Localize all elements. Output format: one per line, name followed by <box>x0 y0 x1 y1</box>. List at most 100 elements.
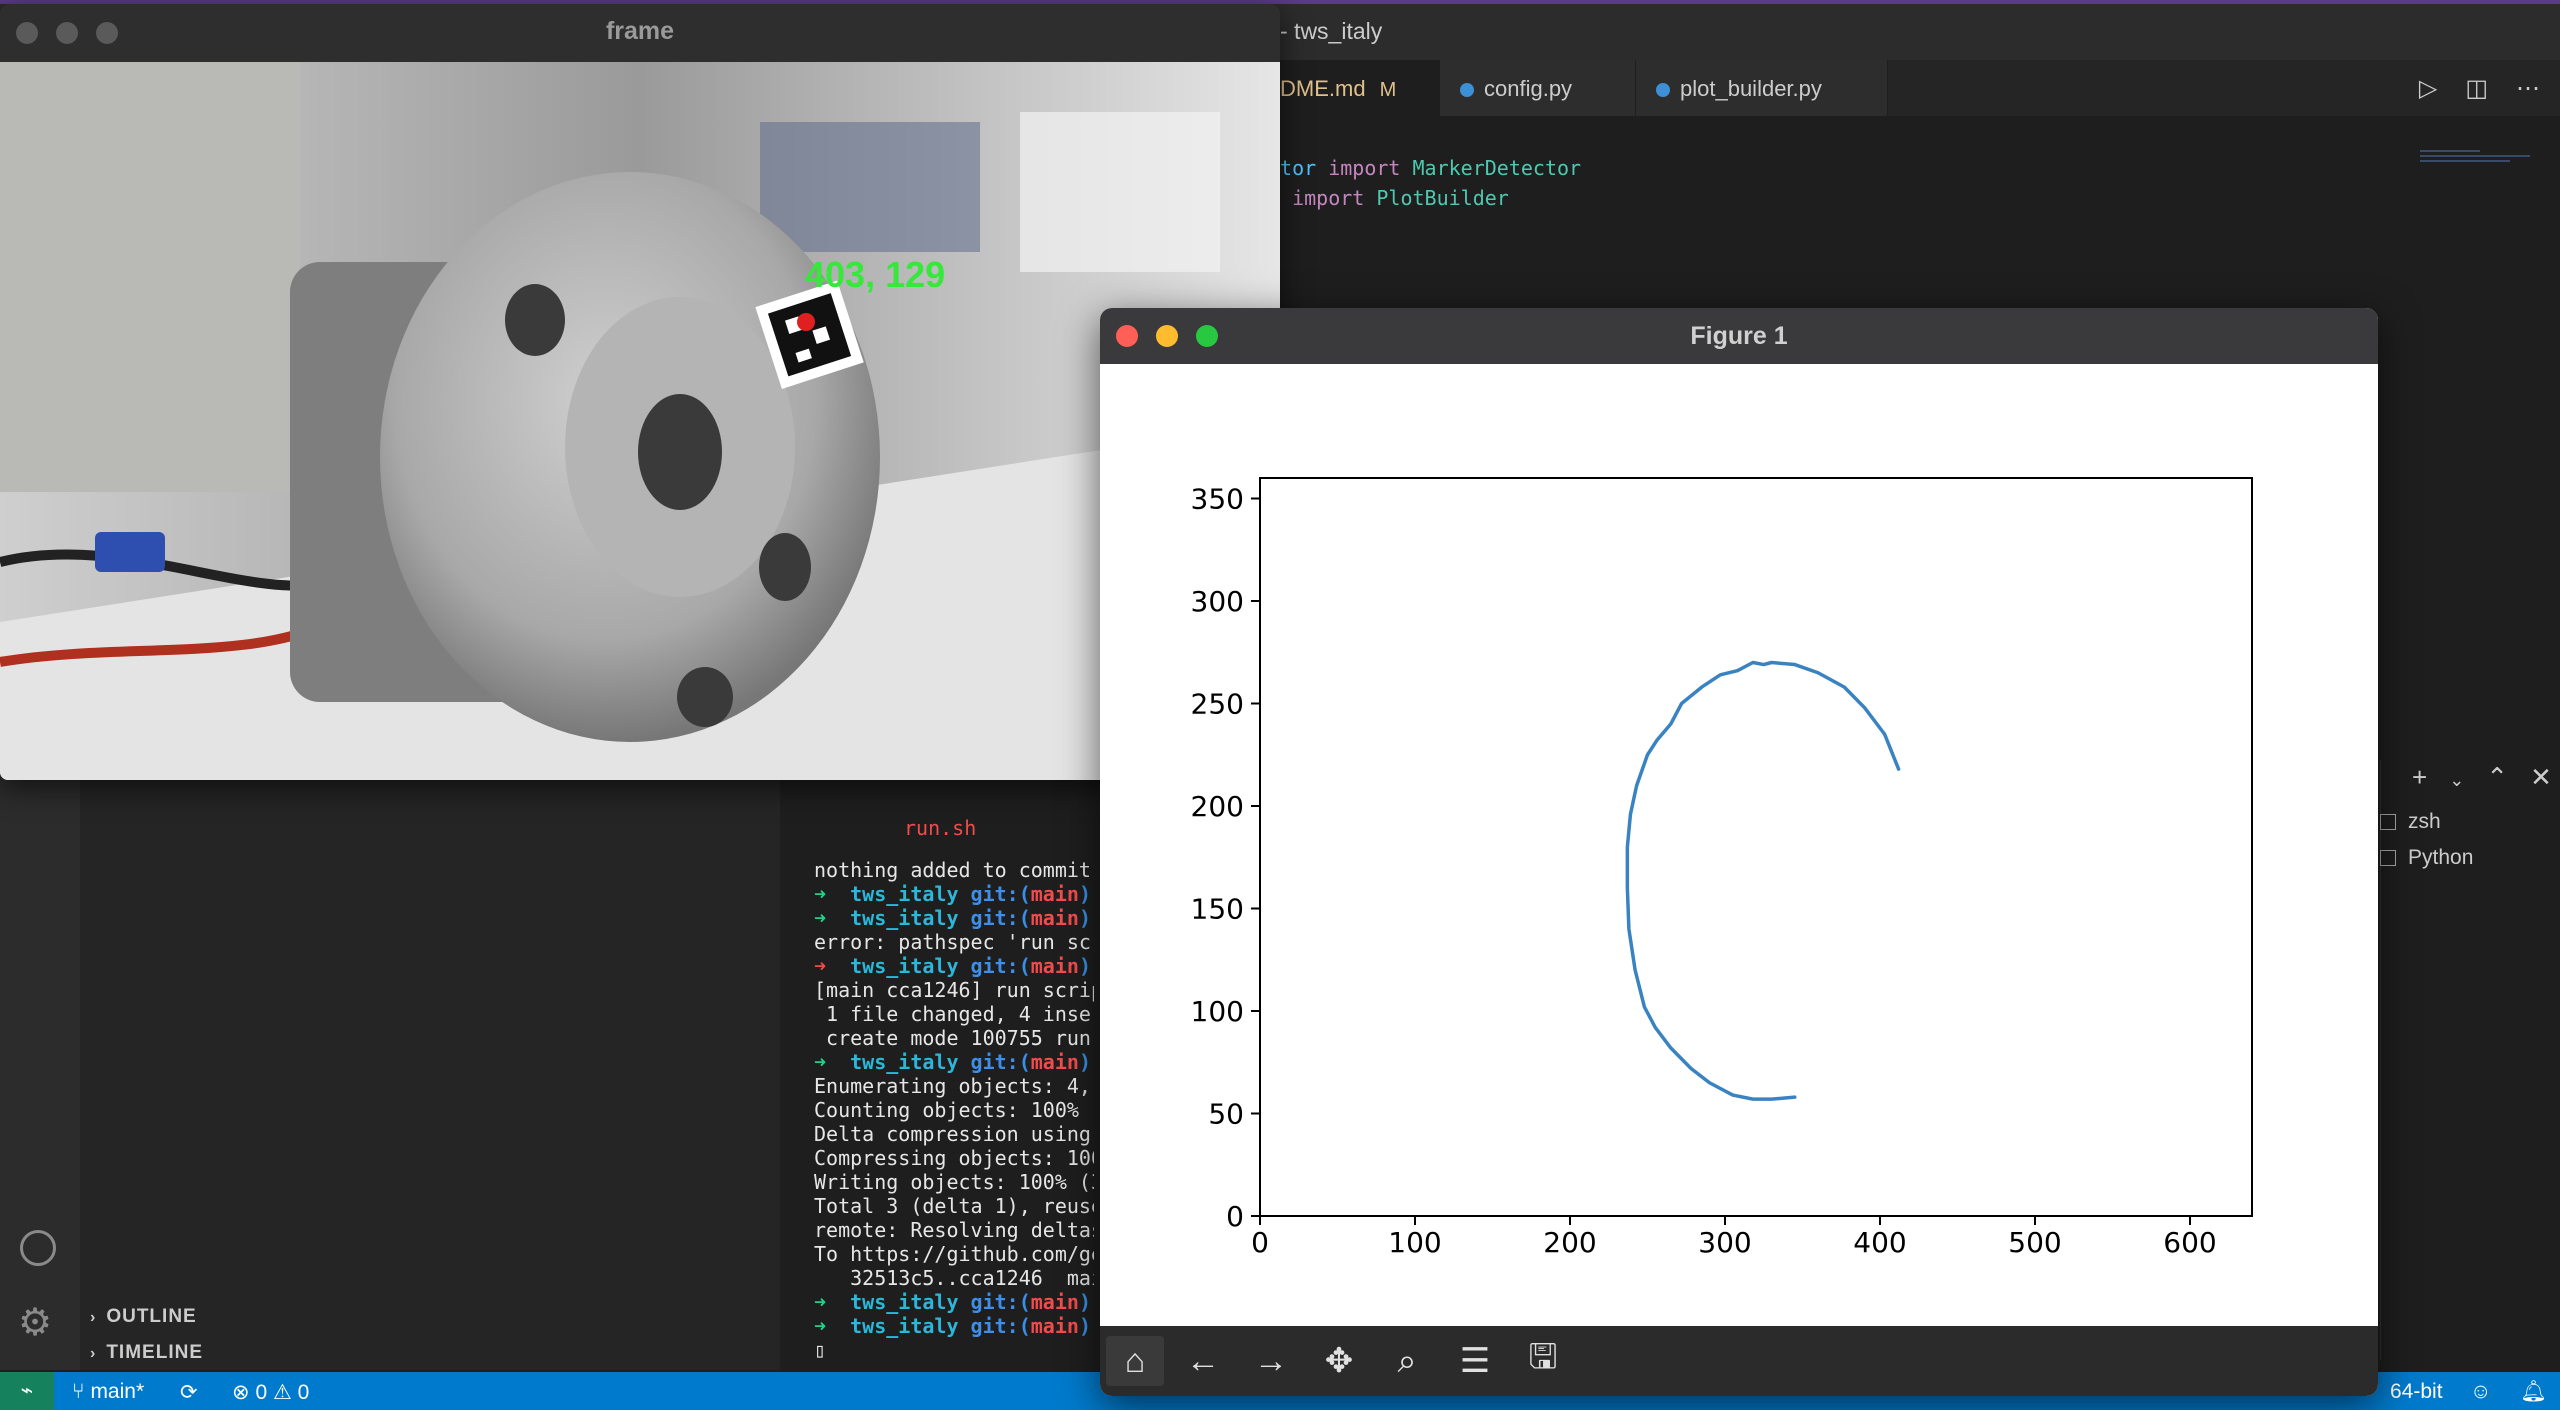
source-branch-icon: ⑂ <box>72 1380 91 1403</box>
x-tick-label: 0 <box>1251 1226 1269 1259</box>
activity-bar: ⚙ <box>0 760 80 1370</box>
more-actions-icon[interactable]: ⋯ <box>2516 75 2540 102</box>
terminal-line: Counting objects: 100% ( <box>814 1098 1094 1122</box>
light-blur <box>1020 112 1220 272</box>
terminal-line: Total 3 (delta 1), reuse <box>814 1194 1094 1218</box>
explorer-sidebar <box>80 760 780 1370</box>
bolt-hole <box>759 533 811 601</box>
chevron-right-icon: › <box>90 1345 97 1362</box>
interpreter-status[interactable]: 64-bit <box>2390 1380 2443 1404</box>
y-tick-label: 100 <box>1191 995 1244 1028</box>
feedback-icon[interactable]: ☺ <box>2470 1380 2491 1404</box>
x-tick-label: 600 <box>2163 1226 2216 1259</box>
terminal-line: error: pathspec 'run scr <box>814 930 1094 954</box>
terminal-line: create mode 100755 run. <box>814 1026 1094 1050</box>
terminal-line: ➜ tws_italy git:(main) <box>814 1050 1091 1074</box>
chevron-down-icon[interactable]: ⌄ <box>2449 770 2464 790</box>
frame-titlebar[interactable]: frame <box>0 4 1280 62</box>
terminal-line: ➜ tws_italy git:(main) <box>814 1290 1091 1314</box>
prompt-arrow-icon: ➜ <box>814 1314 851 1338</box>
prompt-arrow-icon: ➜ <box>814 882 851 906</box>
outline-section[interactable]: › OUTLINE <box>90 1306 197 1328</box>
figure-window: Figure 1 0 100 200 300 400 500 600 0 50 100 150 200… <box>1100 308 2378 1396</box>
terminal-line: Compressing objects: 100 <box>814 1146 1094 1170</box>
code-line-2: r import PlotBuilder <box>1268 186 1509 210</box>
new-terminal-icon[interactable]: + <box>2412 762 2427 792</box>
terminal-line: To https://github.com/ge <box>814 1242 1094 1266</box>
terminal-line: 32513c5..cca1246 mai <box>814 1266 1094 1290</box>
terminal-output[interactable]: run.sh nothing added to commit ➜ tws_italy… <box>814 816 1094 1370</box>
bolt-hole <box>505 284 565 356</box>
error-icon: ⊗ <box>232 1381 256 1404</box>
back-icon[interactable]: ← <box>1174 1336 1232 1386</box>
tab-plot-builder[interactable]: plot_builder.py <box>1636 60 1888 116</box>
terminal-icon <box>2380 814 2396 831</box>
plot-area <box>1259 477 2253 1217</box>
navigation-toolbar: ⌂ ← → ✥ ⌕ ☰ 🖫︎ <box>1100 1326 2378 1396</box>
minimap[interactable] <box>2420 150 2540 180</box>
x-tick-label: 400 <box>1853 1226 1906 1259</box>
warning-icon: ⚠ <box>267 1381 298 1404</box>
home-icon[interactable]: ⌂ <box>1106 1336 1164 1386</box>
maximize-panel-icon[interactable]: ⌃ <box>2486 762 2508 792</box>
terminal-line: ➜ tws_italy git:(main) <box>814 882 1091 906</box>
figure-titlebar[interactable]: Figure 1 <box>1100 308 2378 364</box>
camera-frame-image <box>0 62 1280 780</box>
marker-coordinate-label: 403, 129 <box>805 254 946 295</box>
editor-actions: ▷ ◫ ⋯ <box>2391 74 2540 103</box>
y-tick-label: 150 <box>1191 893 1244 926</box>
y-tick-label: 50 <box>1208 1098 1244 1131</box>
close-panel-icon[interactable]: ✕ <box>2530 762 2552 792</box>
notifications-bell-icon[interactable]: 🔔︎ <box>2520 1380 2547 1404</box>
modified-badge: M <box>1379 79 1397 101</box>
terminal-line: Delta compression using <box>814 1122 1091 1146</box>
frame-window: frame 403, 129 <box>0 4 1280 780</box>
x-tick-label: 200 <box>1543 1226 1596 1259</box>
terminal-line: remote: Resolving deltas <box>814 1218 1094 1242</box>
terminal-line: ➜ tws_italy git:(main) <box>814 906 1091 930</box>
vscode-window-title: - tws_italy <box>1280 18 1383 44</box>
remote-indicator-icon[interactable]: ⌁ <box>0 1372 54 1410</box>
split-editor-icon[interactable]: ◫ <box>2465 75 2488 102</box>
terminal-line: Enumerating objects: 4, <box>814 1074 1091 1098</box>
terminal-line: run.sh <box>904 816 977 840</box>
run-icon[interactable]: ▷ <box>2419 75 2437 102</box>
x-tick-label: 100 <box>1388 1226 1441 1259</box>
configure-icon[interactable]: ☰ <box>1446 1336 1504 1386</box>
terminal-tab-zsh[interactable]: zsh <box>2380 810 2441 834</box>
terminal-line: [main cca1246] run scrip <box>814 978 1094 1002</box>
x-tick-label: 500 <box>2008 1226 2061 1259</box>
timeline-section[interactable]: › TIMELINE <box>90 1342 203 1364</box>
plot-canvas[interactable]: 0 100 200 300 400 500 600 0 50 100 150 200 250 300 350 <box>1100 364 2378 1326</box>
terminal-line: ➜ tws_italy git:(main) <box>814 1314 1091 1338</box>
y-tick-label: 350 <box>1191 483 1244 516</box>
problems-status[interactable]: ⊗ 0 ⚠ 0 <box>232 1380 309 1405</box>
tab-config[interactable]: config.py <box>1440 60 1636 116</box>
terminal-tab-python[interactable]: Python <box>2380 846 2473 870</box>
sync-icon[interactable]: ⟳ <box>180 1380 198 1405</box>
chevron-right-icon: › <box>90 1309 97 1326</box>
zoom-icon[interactable]: ⌕ <box>1378 1336 1436 1386</box>
pan-icon[interactable]: ✥ <box>1310 1336 1368 1386</box>
terminal-line: 1 file changed, 4 inser <box>814 1002 1094 1026</box>
account-icon[interactable] <box>20 1230 56 1266</box>
branch-status[interactable]: ⑂ main* <box>72 1380 144 1404</box>
connector <box>95 532 165 572</box>
tab-readme-label: DME.md <box>1280 76 1366 101</box>
prompt-arrow-icon: ➜ <box>814 906 851 930</box>
tab-readme[interactable]: DME.md M <box>1260 60 1440 116</box>
frame-window-title: frame <box>605 17 675 45</box>
terminal-line: ➜ tws_italy git:(main) <box>814 954 1091 978</box>
forward-icon[interactable]: → <box>1242 1336 1300 1386</box>
save-icon[interactable]: 🖫︎ <box>1514 1336 1572 1386</box>
x-tick-label: 300 <box>1698 1226 1751 1259</box>
terminal-controls: + ⌄ ⌃ ✕ <box>2412 762 2560 793</box>
prompt-arrow-icon: ➜ <box>814 954 851 978</box>
python-file-icon <box>1656 83 1670 98</box>
settings-gear-icon[interactable]: ⚙ <box>18 1300 52 1345</box>
y-tick-label: 0 <box>1226 1200 1244 1233</box>
figure-window-title: Figure 1 <box>1690 322 1788 350</box>
bolt-hole <box>677 667 733 727</box>
terminal-line: nothing added to commit <box>814 858 1091 882</box>
y-tick-label: 300 <box>1191 585 1244 618</box>
